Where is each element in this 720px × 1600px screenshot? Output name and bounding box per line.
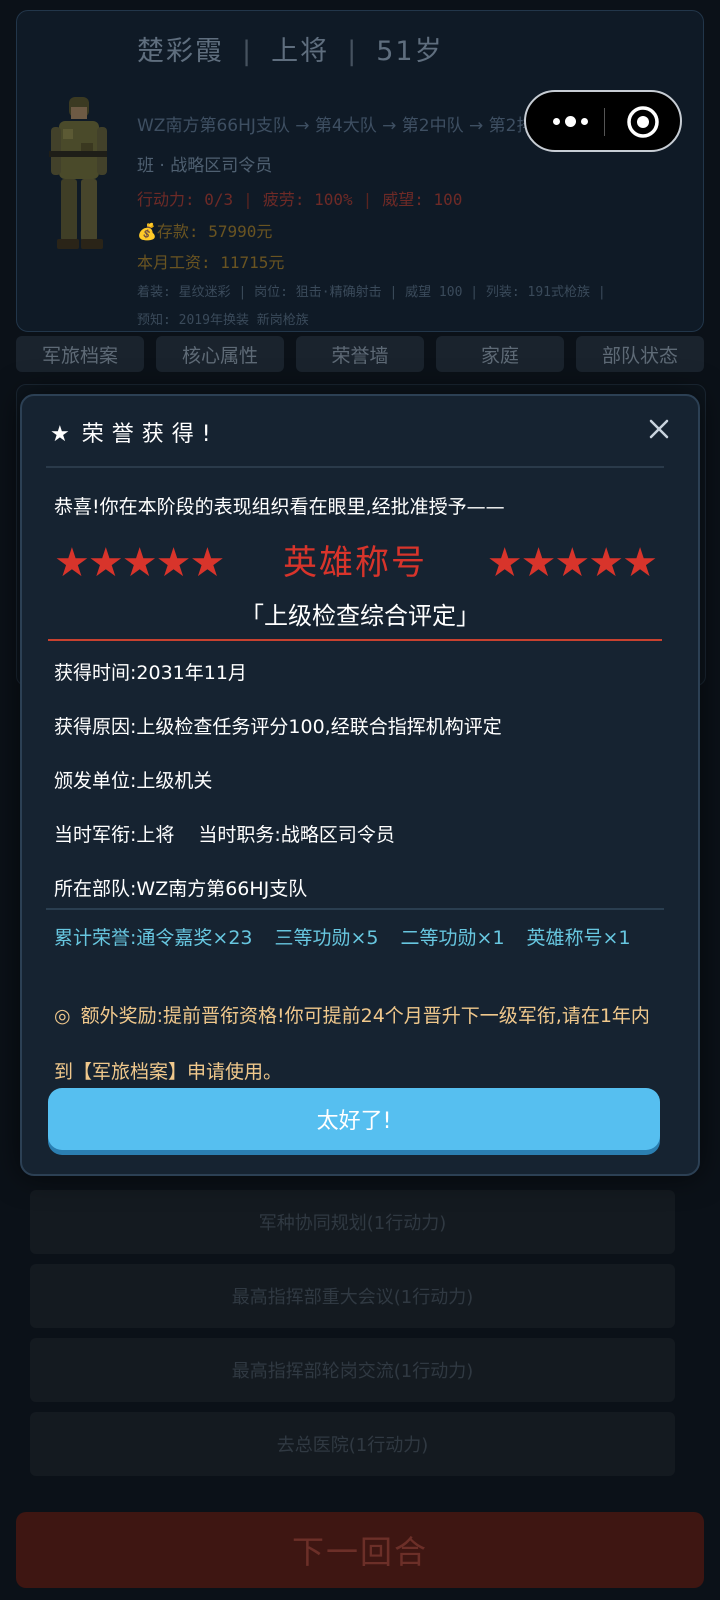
tab-family[interactable]: 家庭 (436, 336, 564, 372)
equipment-info: 着装: 星纹迷彩 | 岗位: 狙击·精确射击 | 威望 100 | 列装: 19… (137, 285, 606, 300)
character-age: 51岁 (376, 36, 444, 67)
congrats-text: 恭喜!你在本阶段的表现组织看在眼里,经批准授予—— (54, 496, 505, 518)
award-issuer: 颁发单位:上级机关 (54, 770, 213, 792)
next-turn-button[interactable]: 下一回合 (16, 1512, 704, 1588)
action-general-hospital[interactable]: 去总医院(1行动力) (30, 1412, 675, 1476)
tab-military-archive[interactable]: 军旅档案 (16, 336, 144, 372)
tab-bar: 军旅档案 核心属性 荣誉墙 家庭 部队状态 (16, 336, 704, 374)
dialog-title: ★ 荣誉获得! (50, 416, 219, 448)
stars-right: ★★★★★ (486, 540, 658, 586)
tab-honor-wall[interactable]: 荣誉墙 (296, 336, 424, 372)
unit-path: WZ南方第66HJ支队 → 第4大队 → 第2中队 → 第2排 → 第1 (137, 116, 587, 136)
close-icon[interactable] (648, 418, 670, 440)
tab-core-attributes[interactable]: 核心属性 (156, 336, 284, 372)
hero-title-row: ★★★★★ 英雄称号 ★★★★★ (54, 536, 658, 590)
rank-and-duty: 当时军衔:上将 当时职务:战略区司令员 (54, 824, 395, 846)
more-dots-icon[interactable] (544, 106, 596, 136)
capsule-divider (604, 108, 605, 136)
divider (46, 466, 664, 468)
profile-card: 楚彩霞 | 上将 | 51岁 WZ南方第66HJ支队 → 第4大队 → 第2中队 → 第… (16, 10, 704, 332)
miniprogram-capsule (524, 90, 682, 152)
award-reason: 获得原因:上级检查任务评分100,经联合指挥机构评定 (54, 716, 502, 738)
action-points: 行动力: 0/3 (137, 190, 234, 209)
honor-third-class: 三等功勋×5 (274, 927, 379, 949)
monthly-salary: 本月工资: 11715元 (137, 253, 285, 272)
character-name: 楚彩霞 (137, 36, 224, 67)
honors-label: 累计荣誉: (54, 927, 137, 949)
award-time: 获得时间:2031年11月 (54, 662, 247, 684)
award-unit: 所在部队:WZ南方第66HJ支队 (54, 878, 308, 900)
profile-header: 楚彩霞 | 上将 | 51岁 (137, 36, 444, 67)
action-branch-coordination[interactable]: 军种协同规划(1行动力) (30, 1190, 675, 1254)
cumulative-honors: 累计荣誉:通令嘉奖×23 三等功勋×5 二等功勋×1 英雄称号×1 (54, 924, 654, 952)
honor-hero: 英雄称号×1 (526, 927, 631, 949)
extra-reward: ◎ 额外奖励:提前晋衔资格!你可提前24个月晋升下一级军衔,请在1年内到【军旅档案… (54, 988, 664, 1100)
honor-second-class: 二等功勋×1 (400, 927, 505, 949)
confirm-button[interactable]: 太好了! (48, 1088, 660, 1150)
soldier-avatar (49, 97, 107, 249)
dialog-title-text: 荣誉获得! (81, 422, 219, 447)
target-ring-icon: ◎ (54, 1005, 71, 1027)
honor-dialog: ★ 荣誉获得! 恭喜!你在本阶段的表现组织看在眼里,经批准授予—— ★★★★★ 英… (20, 394, 700, 1176)
action-hq-rotation[interactable]: 最高指挥部轮岗交流(1行动力) (30, 1338, 675, 1402)
character-rank: 上将 (271, 36, 330, 67)
honor-commendation: 通令嘉奖×23 (136, 927, 253, 949)
extra-reward-text: 额外奖励:提前晋衔资格!你可提前24个月晋升下一级军衔,请在1年内到【军旅档案】… (54, 1005, 650, 1083)
action-hq-meeting[interactable]: 最高指挥部重大会议(1行动力) (30, 1264, 675, 1328)
fatigue: 疲劳: 100% (262, 190, 353, 209)
evaluation-source: 「上级检查综合评定」 (240, 602, 480, 630)
divider-honors (46, 908, 664, 910)
status-line: 行动力: 0/3 | 疲劳: 100% | 威望: 100 (137, 190, 463, 209)
star-icon: ★ (50, 422, 78, 447)
savings: 💰存款: 57990元 (137, 222, 273, 241)
red-divider (48, 639, 662, 641)
tab-unit-status[interactable]: 部队状态 (576, 336, 704, 372)
unit-path-continued: 班 · 战略区司令员 (137, 156, 273, 176)
prestige: 威望: 100 (382, 190, 463, 209)
target-circle-icon[interactable] (626, 105, 660, 139)
forecast-info: 预知: 2019年换装 新岗枪族 (137, 313, 309, 328)
